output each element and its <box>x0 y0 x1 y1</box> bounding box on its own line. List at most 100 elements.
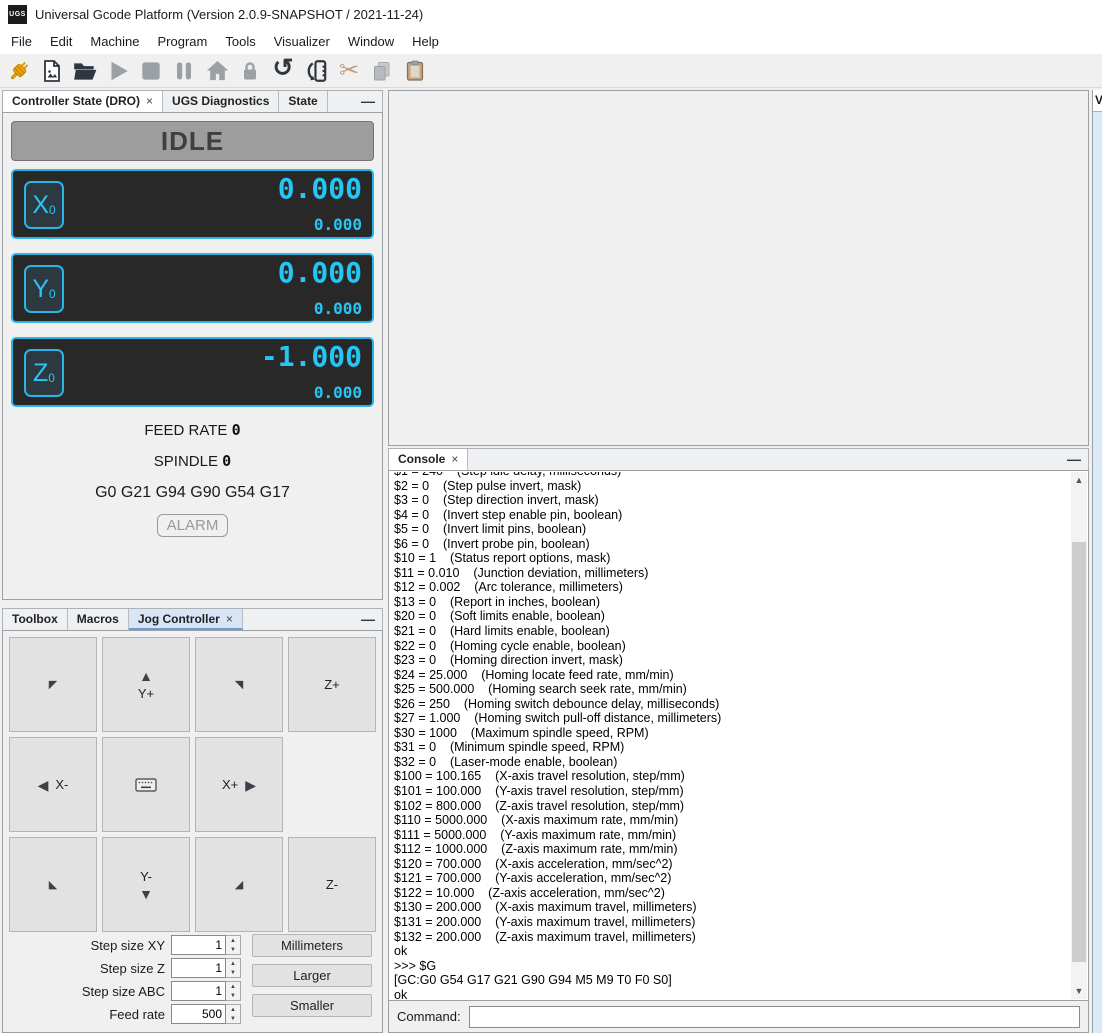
dro-panel-body: IDLE X0 0.000 0.000 Y0 0.000 0.000 Z0 -1… <box>2 112 383 600</box>
open-folder-icon <box>72 58 98 84</box>
minimize-icon[interactable]: — <box>361 93 375 109</box>
spin-down-icon[interactable]: ▼ <box>226 968 240 977</box>
jog-panel-body: ◤ ▲Y+ ◥ Z+ ◀X- X+▶ ◣ Y-▼ ◢ Z- <box>2 630 383 1033</box>
menu-item[interactable]: Help <box>403 30 448 53</box>
spin-up-icon[interactable]: ▲ <box>226 982 240 991</box>
jog-keyboard-button[interactable] <box>102 737 190 832</box>
feed-rate-input[interactable] <box>171 1004 226 1024</box>
visualizer-docked-strip[interactable]: V <box>1092 90 1102 1033</box>
jog-x-plus-y-minus-button[interactable]: ◢ <box>195 837 283 932</box>
step-size-xy-spinner[interactable]: ▲▼ <box>226 935 241 955</box>
jog-x-plus-button[interactable]: X+▶ <box>195 737 283 832</box>
menu-item[interactable]: Machine <box>81 30 148 53</box>
machine-phone-icon <box>303 58 329 84</box>
jog-x-minus-y-minus-button[interactable]: ◣ <box>9 837 97 932</box>
jog-controller-panel: Toolbox Macros Jog Controller× — ◤ ▲Y+ ◥… <box>2 608 383 1033</box>
unit-button[interactable]: Smaller <box>252 994 372 1017</box>
jog-y-minus-button[interactable]: Y-▼ <box>102 837 190 932</box>
axis-z-reset-button[interactable]: Z0 <box>24 349 64 397</box>
tab-visualizer-clipped[interactable]: V <box>1093 90 1102 112</box>
console-lines: $1 = 240 (Step idle delay, milliseconds)… <box>391 472 1070 999</box>
console-line: $20 = 0 (Soft limits enable, boolean) <box>394 609 1070 624</box>
title-bar: UGS Universal Gcode Platform (Version 2.… <box>0 0 1102 28</box>
paste-button[interactable] <box>401 57 429 85</box>
jog-x-minus-button[interactable]: ◀X- <box>9 737 97 832</box>
spindle-line: SPINDLE 0 <box>3 452 382 470</box>
jog-x-plus-y-plus-button[interactable]: ◥ <box>195 637 283 732</box>
axis-y-reset-button[interactable]: Y0 <box>24 265 64 313</box>
menu-item[interactable]: Program <box>149 30 217 53</box>
jog-z-minus-button[interactable]: Z- <box>288 837 376 932</box>
play-button[interactable] <box>104 57 132 85</box>
jog-label: Z+ <box>324 677 340 692</box>
tab-ugs-diagnostics[interactable]: UGS Diagnostics <box>163 91 279 112</box>
command-input[interactable] <box>469 1006 1080 1028</box>
play-icon <box>105 58 131 84</box>
send-to-machine-button[interactable] <box>302 57 330 85</box>
unit-button[interactable]: Millimeters <box>252 934 372 957</box>
step-size-abc-input[interactable] <box>171 981 226 1001</box>
unlock-button[interactable] <box>236 57 264 85</box>
tab-controller-state-dro[interactable]: Controller State (DRO)× <box>3 91 163 112</box>
menu-item[interactable]: File <box>2 30 41 53</box>
soft-reset-button[interactable]: ↺ <box>269 57 297 85</box>
spin-down-icon[interactable]: ▼ <box>226 991 240 1000</box>
unit-button[interactable]: Larger <box>252 964 372 987</box>
home-button[interactable] <box>203 57 231 85</box>
console-output[interactable]: $1 = 240 (Step idle delay, milliseconds)… <box>391 472 1070 999</box>
scrollbar-thumb[interactable] <box>1072 542 1086 962</box>
keyboard-icon <box>135 778 157 792</box>
step-size-z-label: Step size Z <box>3 961 171 976</box>
diagonal-up-right-icon: ◥ <box>235 678 243 691</box>
connect-button[interactable] <box>5 57 33 85</box>
pause-button[interactable] <box>170 57 198 85</box>
tab-state[interactable]: State <box>279 91 327 112</box>
feed-rate-line: FEED RATE 0 <box>3 421 382 439</box>
paste-clipboard-icon <box>403 59 427 83</box>
tab-macros[interactable]: Macros <box>68 609 129 630</box>
feed-rate-spinner[interactable]: ▲▼ <box>226 1004 241 1024</box>
spin-up-icon[interactable]: ▲ <box>226 1005 240 1014</box>
jog-y-plus-button[interactable]: ▲Y+ <box>102 637 190 732</box>
step-size-abc-spinner[interactable]: ▲▼ <box>226 981 241 1001</box>
cut-button[interactable]: ✂ <box>335 57 363 85</box>
jog-z-plus-button[interactable]: Z+ <box>288 637 376 732</box>
alarm-button[interactable]: ALARM <box>157 514 229 537</box>
step-size-z-spinner[interactable]: ▲▼ <box>226 958 241 978</box>
tab-toolbox[interactable]: Toolbox <box>3 609 68 630</box>
spin-up-icon[interactable]: ▲ <box>226 936 240 945</box>
minimize-icon[interactable]: — <box>1067 451 1081 467</box>
tab-close-icon[interactable]: × <box>451 452 458 466</box>
tab-console[interactable]: Console× <box>389 449 468 470</box>
step-size-z-input[interactable] <box>171 958 226 978</box>
tab-close-icon[interactable]: × <box>146 94 153 108</box>
minimize-icon[interactable]: — <box>361 611 375 627</box>
unit-buttons: Millimeters Larger Smaller <box>252 934 372 1017</box>
new-file-button[interactable] <box>38 57 66 85</box>
axis-x-reset-button[interactable]: X0 <box>24 181 64 229</box>
step-size-xy-input[interactable] <box>171 935 226 955</box>
jog-x-minus-y-plus-button[interactable]: ◤ <box>9 637 97 732</box>
scroll-up-icon[interactable]: ▲ <box>1071 472 1087 488</box>
spin-down-icon[interactable]: ▼ <box>226 945 240 954</box>
menu-item[interactable]: Window <box>339 30 403 53</box>
toolbar: ↺ ✂ <box>0 54 1102 88</box>
console-line: $120 = 700.000 (X-axis acceleration, mm/… <box>394 857 1070 872</box>
menu-item[interactable]: Edit <box>41 30 81 53</box>
console-tabstrip: Console× — <box>388 448 1089 470</box>
tab-jog-controller[interactable]: Jog Controller× <box>129 609 243 630</box>
console-scrollbar[interactable]: ▲ ▼ <box>1071 472 1087 999</box>
open-file-button[interactable] <box>71 57 99 85</box>
spin-up-icon[interactable]: ▲ <box>226 959 240 968</box>
stop-button[interactable] <box>137 57 165 85</box>
menu-item[interactable]: Tools <box>216 30 264 53</box>
copy-button[interactable] <box>368 57 396 85</box>
tab-close-icon[interactable]: × <box>226 612 233 626</box>
spin-down-icon[interactable]: ▼ <box>226 1014 240 1023</box>
scroll-down-icon[interactable]: ▼ <box>1071 983 1087 999</box>
command-label: Command: <box>397 1009 461 1024</box>
axis-y-machine-value: 0.000 <box>314 299 362 318</box>
gcode-state: G0 G21 G94 G90 G54 G17 <box>3 484 382 502</box>
menu-item[interactable]: Visualizer <box>265 30 339 53</box>
console-line: $4 = 0 (Invert step enable pin, boolean) <box>394 508 1070 523</box>
